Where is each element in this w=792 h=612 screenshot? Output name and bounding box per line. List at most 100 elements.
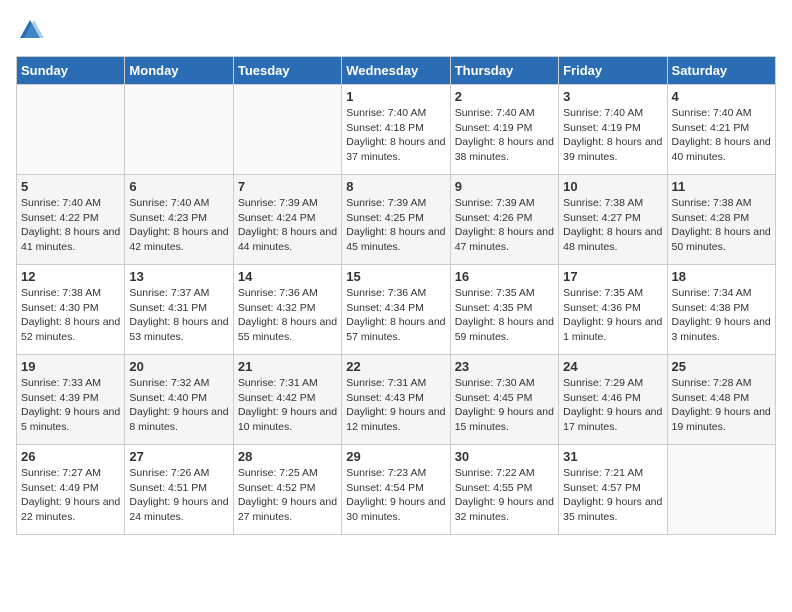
logo <box>16 16 48 44</box>
day-number: 10 <box>563 179 662 194</box>
day-number: 22 <box>346 359 445 374</box>
day-cell: 12 Sunrise: 7:38 AM Sunset: 4:30 PM Dayli… <box>17 265 125 355</box>
day-number: 25 <box>672 359 771 374</box>
day-info: Sunrise: 7:39 AM Sunset: 4:26 PM Dayligh… <box>455 196 554 255</box>
day-cell: 31Sunrise: 7:21 AM Sunset: 4:57 PM Dayli… <box>559 445 667 535</box>
day-number: 16 <box>455 269 554 284</box>
day-number: 14 <box>238 269 337 284</box>
day-cell: 17 Sunrise: 7:35 AM Sunset: 4:36 PM Dayli… <box>559 265 667 355</box>
column-header-monday: Monday <box>125 57 233 85</box>
day-cell: 15 Sunrise: 7:36 AM Sunset: 4:34 PM Dayli… <box>342 265 450 355</box>
day-number: 12 <box>21 269 120 284</box>
day-number: 11 <box>672 179 771 194</box>
day-info: Sunrise: 7:40 AM Sunset: 4:19 PM Dayligh… <box>455 106 554 165</box>
day-info: Sunrise: 7:33 AM Sunset: 4:39 PM Dayligh… <box>21 376 120 435</box>
day-cell: 8 Sunrise: 7:39 AM Sunset: 4:25 PM Daylig… <box>342 175 450 265</box>
day-info: Sunrise: 7:26 AM Sunset: 4:51 PM Dayligh… <box>129 466 228 525</box>
day-cell: 24 Sunrise: 7:29 AM Sunset: 4:46 PM Dayli… <box>559 355 667 445</box>
column-header-wednesday: Wednesday <box>342 57 450 85</box>
day-cell: 26 Sunrise: 7:27 AM Sunset: 4:49 PM Dayli… <box>17 445 125 535</box>
day-number: 29 <box>346 449 445 464</box>
day-info: Sunrise: 7:40 AM Sunset: 4:22 PM Dayligh… <box>21 196 120 255</box>
day-cell: 1 Sunrise: 7:40 AM Sunset: 4:18 PM Daylig… <box>342 85 450 175</box>
day-number: 23 <box>455 359 554 374</box>
day-info: Sunrise: 7:22 AM Sunset: 4:55 PM Dayligh… <box>455 466 554 525</box>
day-cell: 23 Sunrise: 7:30 AM Sunset: 4:45 PM Dayli… <box>450 355 558 445</box>
day-info: Sunrise: 7:38 AM Sunset: 4:27 PM Dayligh… <box>563 196 662 255</box>
day-number: 4 <box>672 89 771 104</box>
day-number: 19 <box>21 359 120 374</box>
day-cell <box>233 85 341 175</box>
day-number: 13 <box>129 269 228 284</box>
day-cell <box>125 85 233 175</box>
week-row-3: 12 Sunrise: 7:38 AM Sunset: 4:30 PM Dayli… <box>17 265 776 355</box>
day-info: Sunrise: 7:40 AM Sunset: 4:18 PM Dayligh… <box>346 106 445 165</box>
day-cell: 3 Sunrise: 7:40 AM Sunset: 4:19 PM Daylig… <box>559 85 667 175</box>
column-header-thursday: Thursday <box>450 57 558 85</box>
day-number: 8 <box>346 179 445 194</box>
day-number: 2 <box>455 89 554 104</box>
day-cell: 29 Sunrise: 7:23 AM Sunset: 4:54 PM Dayli… <box>342 445 450 535</box>
day-cell: 6Sunrise: 7:40 AM Sunset: 4:23 PM Daylig… <box>125 175 233 265</box>
day-cell: 19 Sunrise: 7:33 AM Sunset: 4:39 PM Dayli… <box>17 355 125 445</box>
day-cell: 11 Sunrise: 7:38 AM Sunset: 4:28 PM Dayli… <box>667 175 775 265</box>
week-row-5: 26 Sunrise: 7:27 AM Sunset: 4:49 PM Dayli… <box>17 445 776 535</box>
day-number: 17 <box>563 269 662 284</box>
page-header <box>16 16 776 44</box>
day-info: Sunrise: 7:38 AM Sunset: 4:28 PM Dayligh… <box>672 196 771 255</box>
day-info: Sunrise: 7:38 AM Sunset: 4:30 PM Dayligh… <box>21 286 120 345</box>
calendar-table: SundayMondayTuesdayWednesdayThursdayFrid… <box>16 56 776 535</box>
day-number: 31 <box>563 449 662 464</box>
day-number: 24 <box>563 359 662 374</box>
day-info: Sunrise: 7:30 AM Sunset: 4:45 PM Dayligh… <box>455 376 554 435</box>
day-info: Sunrise: 7:23 AM Sunset: 4:54 PM Dayligh… <box>346 466 445 525</box>
day-info: Sunrise: 7:34 AM Sunset: 4:38 PM Dayligh… <box>672 286 771 345</box>
day-cell <box>17 85 125 175</box>
day-info: Sunrise: 7:31 AM Sunset: 4:43 PM Dayligh… <box>346 376 445 435</box>
week-row-1: 1 Sunrise: 7:40 AM Sunset: 4:18 PM Daylig… <box>17 85 776 175</box>
week-row-2: 5 Sunrise: 7:40 AM Sunset: 4:22 PM Daylig… <box>17 175 776 265</box>
day-number: 30 <box>455 449 554 464</box>
day-number: 1 <box>346 89 445 104</box>
day-number: 28 <box>238 449 337 464</box>
day-cell: 5 Sunrise: 7:40 AM Sunset: 4:22 PM Daylig… <box>17 175 125 265</box>
day-info: Sunrise: 7:37 AM Sunset: 4:31 PM Dayligh… <box>129 286 228 345</box>
day-cell: 9Sunrise: 7:39 AM Sunset: 4:26 PM Daylig… <box>450 175 558 265</box>
day-info: Sunrise: 7:27 AM Sunset: 4:49 PM Dayligh… <box>21 466 120 525</box>
calendar-header-row: SundayMondayTuesdayWednesdayThursdayFrid… <box>17 57 776 85</box>
day-info: Sunrise: 7:36 AM Sunset: 4:34 PM Dayligh… <box>346 286 445 345</box>
day-cell: 14 Sunrise: 7:36 AM Sunset: 4:32 PM Dayli… <box>233 265 341 355</box>
day-info: Sunrise: 7:36 AM Sunset: 4:32 PM Dayligh… <box>238 286 337 345</box>
day-info: Sunrise: 7:32 AM Sunset: 4:40 PM Dayligh… <box>129 376 228 435</box>
day-cell <box>667 445 775 535</box>
day-info: Sunrise: 7:39 AM Sunset: 4:25 PM Dayligh… <box>346 196 445 255</box>
day-number: 21 <box>238 359 337 374</box>
day-number: 7 <box>238 179 337 194</box>
day-info: Sunrise: 7:35 AM Sunset: 4:35 PM Dayligh… <box>455 286 554 345</box>
day-number: 6 <box>129 179 228 194</box>
day-info: Sunrise: 7:29 AM Sunset: 4:46 PM Dayligh… <box>563 376 662 435</box>
day-cell: 18 Sunrise: 7:34 AM Sunset: 4:38 PM Dayli… <box>667 265 775 355</box>
day-info: Sunrise: 7:28 AM Sunset: 4:48 PM Dayligh… <box>672 376 771 435</box>
day-number: 3 <box>563 89 662 104</box>
day-number: 26 <box>21 449 120 464</box>
day-info: Sunrise: 7:31 AM Sunset: 4:42 PM Dayligh… <box>238 376 337 435</box>
day-info: Sunrise: 7:35 AM Sunset: 4:36 PM Dayligh… <box>563 286 662 345</box>
column-header-friday: Friday <box>559 57 667 85</box>
day-cell: 10 Sunrise: 7:38 AM Sunset: 4:27 PM Dayli… <box>559 175 667 265</box>
day-info: Sunrise: 7:40 AM Sunset: 4:19 PM Dayligh… <box>563 106 662 165</box>
day-info: Sunrise: 7:39 AM Sunset: 4:24 PM Dayligh… <box>238 196 337 255</box>
week-row-4: 19 Sunrise: 7:33 AM Sunset: 4:39 PM Dayli… <box>17 355 776 445</box>
day-number: 5 <box>21 179 120 194</box>
day-cell: 16 Sunrise: 7:35 AM Sunset: 4:35 PM Dayli… <box>450 265 558 355</box>
day-cell: 4 Sunrise: 7:40 AM Sunset: 4:21 PM Daylig… <box>667 85 775 175</box>
day-number: 15 <box>346 269 445 284</box>
day-number: 18 <box>672 269 771 284</box>
day-info: Sunrise: 7:40 AM Sunset: 4:21 PM Dayligh… <box>672 106 771 165</box>
day-cell: 28Sunrise: 7:25 AM Sunset: 4:52 PM Dayli… <box>233 445 341 535</box>
day-cell: 20Sunrise: 7:32 AM Sunset: 4:40 PM Dayli… <box>125 355 233 445</box>
logo-icon <box>16 16 44 44</box>
column-header-tuesday: Tuesday <box>233 57 341 85</box>
day-cell: 22 Sunrise: 7:31 AM Sunset: 4:43 PM Dayli… <box>342 355 450 445</box>
column-header-sunday: Sunday <box>17 57 125 85</box>
